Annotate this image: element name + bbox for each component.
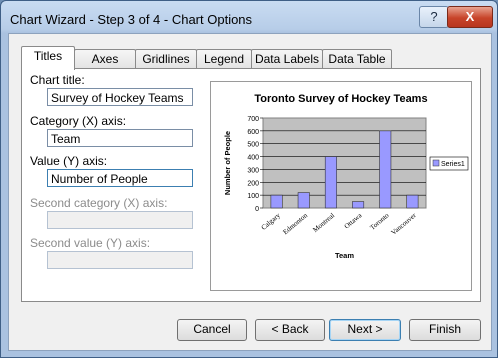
second-category-input[interactable] <box>47 211 193 229</box>
x-tick-label: Toronto <box>368 211 390 232</box>
tab-gridlines[interactable]: Gridlines <box>135 49 197 69</box>
y-tick-label: 400 <box>247 155 259 162</box>
second-value-input[interactable] <box>47 251 193 269</box>
tab-data-table[interactable]: Data Table <box>322 49 392 69</box>
legend-swatch <box>432 159 440 167</box>
second-value-label: Second value (Y) axis: <box>30 236 151 250</box>
x-axis-title: Team <box>335 251 354 260</box>
chart-svg: Toronto Survey of Hockey Teams 0 100 200 300… <box>223 93 469 260</box>
tab-data-labels[interactable]: Data Labels <box>251 49 323 69</box>
y-tick-label: 600 <box>247 129 259 136</box>
titles-panel: Chart title: Survey of Hockey Teams Cate… <box>21 68 481 302</box>
chart-wizard-window: Chart Wizard - Step 3 of 4 - Chart Optio… <box>0 0 498 358</box>
chart-title: Toronto Survey of Hockey Teams <box>254 93 427 105</box>
value-y-label: Value (Y) axis: <box>30 154 108 168</box>
y-tick-label: 200 <box>247 180 259 187</box>
bar <box>352 201 365 209</box>
bar <box>297 192 310 209</box>
finish-button[interactable]: Finish <box>409 319 481 341</box>
y-tick-label: 500 <box>247 142 259 149</box>
dialog-client-area: Titles Axes Gridlines Legend Data Labels… <box>8 33 492 351</box>
bar <box>270 194 283 209</box>
bar <box>406 194 419 209</box>
bar <box>324 156 337 209</box>
second-category-label: Second category (X) axis: <box>30 196 168 210</box>
tab-titles[interactable]: Titles <box>21 46 75 70</box>
category-x-input[interactable]: Team <box>47 129 193 147</box>
y-tick-label: 700 <box>247 116 259 123</box>
plot-area <box>262 117 427 209</box>
cancel-button[interactable]: Cancel <box>177 319 247 341</box>
window-title: Chart Wizard - Step 3 of 4 - Chart Optio… <box>10 12 253 27</box>
y-tick-label: 100 <box>247 193 259 200</box>
y-tick-label: 0 <box>255 206 259 213</box>
chart-title-input[interactable]: Survey of Hockey Teams <box>47 88 193 106</box>
value-y-input[interactable]: Number of People <box>47 169 193 187</box>
y-tick-label: 300 <box>247 167 259 174</box>
close-button[interactable]: X <box>447 6 493 28</box>
tab-axes[interactable]: Axes <box>74 49 136 69</box>
help-button[interactable]: ? <box>419 6 449 28</box>
tab-legend[interactable]: Legend <box>196 49 252 69</box>
y-axis-title: Number of People <box>223 131 232 195</box>
x-tick-label: Montreal <box>311 211 336 234</box>
x-tick-label: Vancouver <box>390 211 419 237</box>
title-bar[interactable]: Chart Wizard - Step 3 of 4 - Chart Optio… <box>1 1 497 33</box>
x-tick-label: Edmonton <box>282 211 310 236</box>
legend-label: Series1 <box>441 161 465 168</box>
chart-title-label: Chart title: <box>30 73 85 87</box>
x-tick-label: Calgary <box>260 211 282 232</box>
bar <box>379 130 392 209</box>
back-button[interactable]: < Back <box>255 319 325 341</box>
x-tick-label: Ottawa <box>343 211 364 231</box>
category-x-label: Category (X) axis: <box>30 114 127 128</box>
next-button[interactable]: Next > <box>329 319 401 341</box>
chart-preview: Toronto Survey of Hockey Teams 0 100 200 300… <box>210 81 472 291</box>
